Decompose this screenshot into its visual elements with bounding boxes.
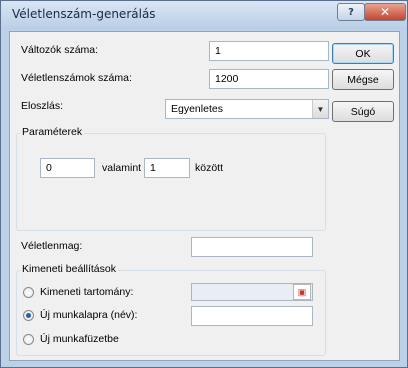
num-variables-input[interactable]: 1 (209, 41, 329, 61)
seed-input[interactable] (191, 237, 313, 257)
output-range-label: Kimeneti tartomány: (40, 286, 134, 298)
parameters-title: Paraméterek (20, 126, 85, 138)
param-between-label: valamint (102, 162, 142, 174)
param-to-input[interactable]: 1 (144, 158, 190, 178)
chevron-down-icon[interactable]: ▼ (312, 100, 328, 118)
radio-new-sheet[interactable] (23, 310, 34, 321)
distribution-label: Eloszlás: (21, 100, 64, 112)
new-sheet-name-input[interactable] (191, 306, 313, 326)
num-variables-label: Változók száma: (21, 44, 99, 56)
radio-new-workbook[interactable] (23, 334, 34, 345)
dialog-body: Változók száma: 1 Véletlenszámok száma: … (9, 31, 400, 361)
param-between-suffix: között (195, 162, 224, 174)
new-sheet-label: Új munkalapra (név): (40, 309, 138, 321)
output-options-title: Kimeneti beállítások (20, 263, 118, 275)
num-random-label: Véletlenszámok száma: (21, 72, 132, 84)
param-from-input[interactable]: 0 (40, 158, 95, 178)
range-select-icon[interactable]: ▣ (293, 284, 311, 300)
radio-output-range[interactable] (23, 287, 34, 298)
help-button[interactable]: Súgó (332, 101, 394, 122)
num-random-input[interactable]: 1200 (209, 69, 329, 89)
window-title: Véletlenszám-generálás (12, 7, 156, 21)
close-button[interactable]: ✕ (364, 3, 406, 21)
new-workbook-label: Új munkafüzetbe (40, 333, 119, 345)
title-bar[interactable]: Véletlenszám-generálás ? ✕ (1, 1, 407, 29)
help-title-button[interactable]: ? (337, 3, 365, 21)
ok-button[interactable]: OK (332, 43, 394, 64)
parameters-group (16, 133, 326, 231)
cancel-button[interactable]: Mégse (332, 69, 394, 90)
distribution-value: Egyenletes (171, 103, 223, 115)
distribution-select[interactable]: Egyenletes ▼ (165, 99, 329, 119)
seed-label: Véletlenmag: (21, 240, 83, 252)
dialog-window: Véletlenszám-generálás ? ✕ Változók szám… (0, 0, 408, 368)
